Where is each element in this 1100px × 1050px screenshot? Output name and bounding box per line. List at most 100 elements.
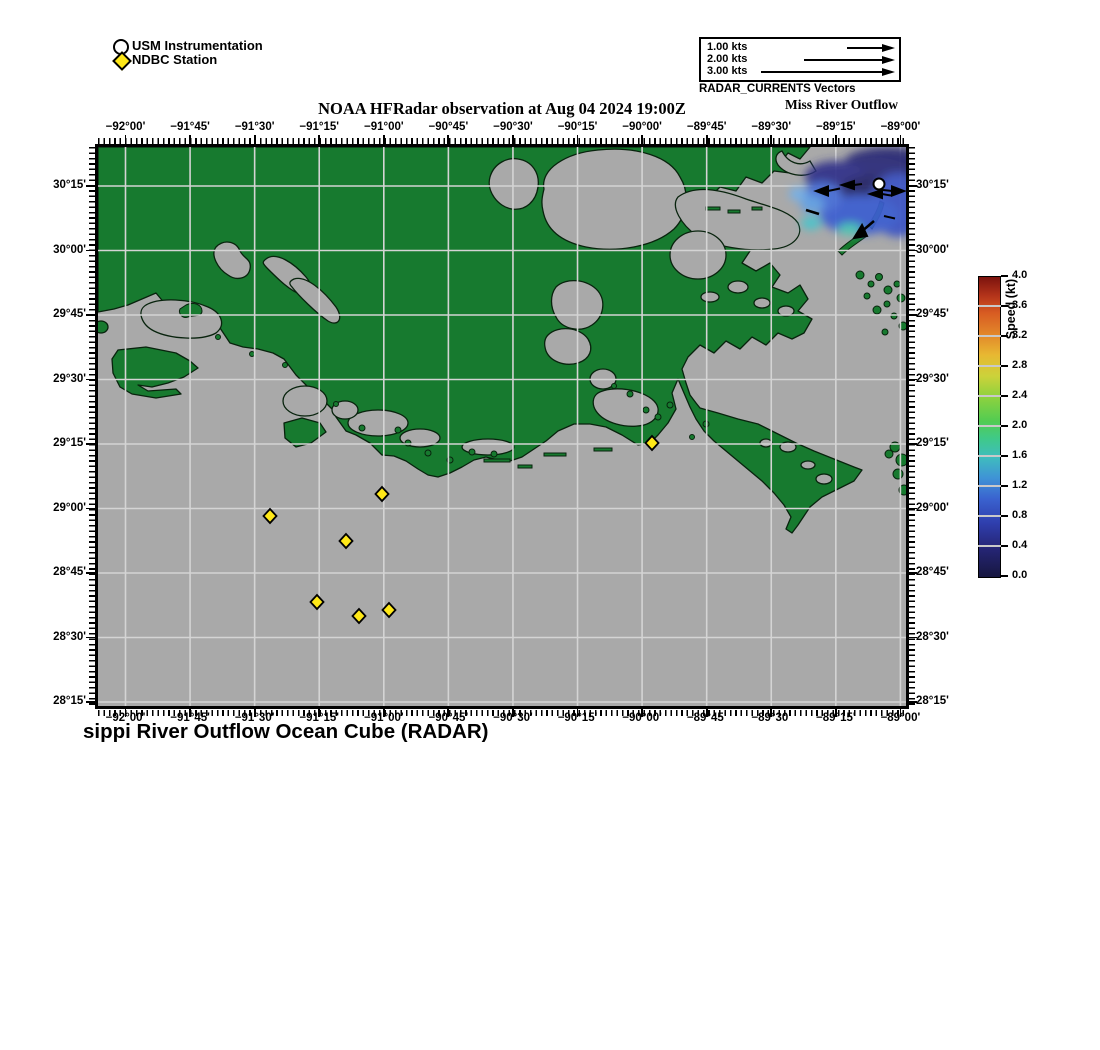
right-major-tick bbox=[909, 508, 917, 510]
colorbar-tick bbox=[1001, 575, 1008, 577]
right-axis-label: 28°45' bbox=[916, 566, 949, 578]
colorbar-tick bbox=[1001, 335, 1008, 337]
ndbc-legend-label: NDBC Station bbox=[132, 52, 217, 67]
colorbar-tick bbox=[1001, 455, 1008, 457]
top-axis-label: −91°00' bbox=[364, 121, 404, 133]
top-major-tick bbox=[835, 135, 837, 144]
colorbar-grid-line bbox=[978, 485, 1002, 487]
right-axis-minor-ticks bbox=[909, 147, 915, 706]
top-axis-label: −92°00' bbox=[106, 121, 146, 133]
right-axis-label: 28°30' bbox=[916, 631, 949, 643]
left-axis-label: 29°45' bbox=[30, 308, 86, 320]
right-axis-label: 29°30' bbox=[916, 373, 949, 385]
colorbar-tick-label: 0.0 bbox=[1012, 569, 1027, 581]
top-axis-label: −91°15' bbox=[299, 121, 339, 133]
colorbar-tick bbox=[1001, 425, 1008, 427]
top-axis-label: −91°30' bbox=[235, 121, 275, 133]
colorbar-grid-line bbox=[978, 305, 1002, 307]
ndbc-station-icon bbox=[112, 51, 132, 71]
bottom-major-tick bbox=[577, 709, 579, 717]
colorbar-grid-line bbox=[978, 425, 1002, 427]
right-major-tick bbox=[909, 379, 917, 381]
vector-scale-arrowhead bbox=[882, 56, 895, 64]
right-major-tick bbox=[909, 314, 917, 316]
colorbar-grid-line bbox=[978, 515, 1002, 517]
top-axis-label: −89°00' bbox=[881, 121, 921, 133]
bottom-major-tick bbox=[706, 709, 708, 717]
colorbar-tick bbox=[1001, 365, 1008, 367]
bottom-major-tick bbox=[383, 709, 385, 717]
right-axis-label: 30°15' bbox=[916, 179, 949, 191]
top-axis-label: −89°15' bbox=[816, 121, 856, 133]
left-major-tick bbox=[86, 443, 95, 445]
left-axis-label: 28°45' bbox=[30, 566, 86, 578]
vector-scale-label: 3.00 kts bbox=[707, 65, 747, 77]
top-major-tick bbox=[900, 135, 902, 144]
left-major-tick bbox=[86, 572, 95, 574]
top-major-tick bbox=[383, 135, 385, 144]
bottom-major-tick bbox=[318, 709, 320, 717]
left-axis-label: 29°15' bbox=[30, 437, 86, 449]
colorbar-tick-label: 4.0 bbox=[1012, 269, 1027, 281]
left-axis-label: 30°00' bbox=[30, 244, 86, 256]
bottom-major-tick bbox=[835, 709, 837, 717]
right-major-tick bbox=[909, 185, 917, 187]
vector-scale-line bbox=[847, 47, 883, 49]
right-major-tick bbox=[909, 637, 917, 639]
colorbar-tick-label: 3.6 bbox=[1012, 299, 1027, 311]
bottom-major-tick bbox=[770, 709, 772, 717]
left-axis-label: 28°30' bbox=[30, 631, 86, 643]
bottom-major-tick bbox=[641, 709, 643, 717]
left-major-tick bbox=[86, 250, 95, 252]
colorbar-tick-label: 2.8 bbox=[1012, 359, 1027, 371]
colorbar-tick-label: 2.4 bbox=[1012, 389, 1027, 401]
colorbar-tick bbox=[1001, 545, 1008, 547]
top-axis-label: −89°30' bbox=[751, 121, 791, 133]
bottom-major-tick bbox=[125, 709, 127, 717]
left-major-tick bbox=[86, 701, 95, 703]
bottom-major-tick bbox=[512, 709, 514, 717]
left-major-tick bbox=[86, 379, 95, 381]
left-axis-label: 28°15' bbox=[30, 695, 86, 707]
vector-scale-arrowhead bbox=[882, 68, 895, 76]
left-axis-minor-ticks bbox=[89, 147, 95, 706]
colorbar-tick-label: 3.2 bbox=[1012, 329, 1027, 341]
map-svg bbox=[98, 147, 906, 706]
top-axis-minor-ticks bbox=[98, 138, 906, 144]
top-axis-label: −89°45' bbox=[687, 121, 727, 133]
top-major-tick bbox=[641, 135, 643, 144]
top-major-tick bbox=[770, 135, 772, 144]
footer-caption: sippi River Outflow Ocean Cube (RADAR) bbox=[83, 720, 488, 744]
colorbar-grid-line bbox=[978, 545, 1002, 547]
colorbar-grid-line bbox=[978, 365, 1002, 367]
left-major-tick bbox=[86, 314, 95, 316]
right-axis-label: 29°15' bbox=[916, 437, 949, 449]
colorbar-tick bbox=[1001, 485, 1008, 487]
right-axis-label: 29°45' bbox=[916, 308, 949, 320]
colorbar bbox=[978, 276, 1001, 578]
bottom-major-tick bbox=[900, 709, 902, 717]
colorbar-tick bbox=[1001, 275, 1008, 277]
vector-scale-box: 1.00 kts2.00 kts3.00 kts bbox=[699, 37, 901, 82]
right-major-tick bbox=[909, 572, 917, 574]
colorbar-grid-line bbox=[978, 455, 1002, 457]
top-major-tick bbox=[706, 135, 708, 144]
vector-scale-label: 1.00 kts bbox=[707, 41, 747, 53]
right-axis-label: 29°00' bbox=[916, 502, 949, 514]
map-canvas[interactable] bbox=[98, 147, 906, 706]
usm-legend-label: USM Instrumentation bbox=[132, 38, 263, 53]
bottom-major-tick bbox=[447, 709, 449, 717]
left-major-tick bbox=[86, 508, 95, 510]
top-major-tick bbox=[577, 135, 579, 144]
left-axis-label: 29°00' bbox=[30, 502, 86, 514]
top-major-tick bbox=[447, 135, 449, 144]
vector-scale-line bbox=[804, 59, 883, 61]
top-major-tick bbox=[125, 135, 127, 144]
left-major-tick bbox=[86, 637, 95, 639]
top-axis-label: −90°45' bbox=[429, 121, 469, 133]
colorbar-tick bbox=[1001, 515, 1008, 517]
colorbar-tick-label: 0.8 bbox=[1012, 509, 1027, 521]
usm-instrumentation-marker[interactable] bbox=[874, 179, 885, 190]
top-axis-label: −90°00' bbox=[622, 121, 662, 133]
left-axis-label: 29°30' bbox=[30, 373, 86, 385]
